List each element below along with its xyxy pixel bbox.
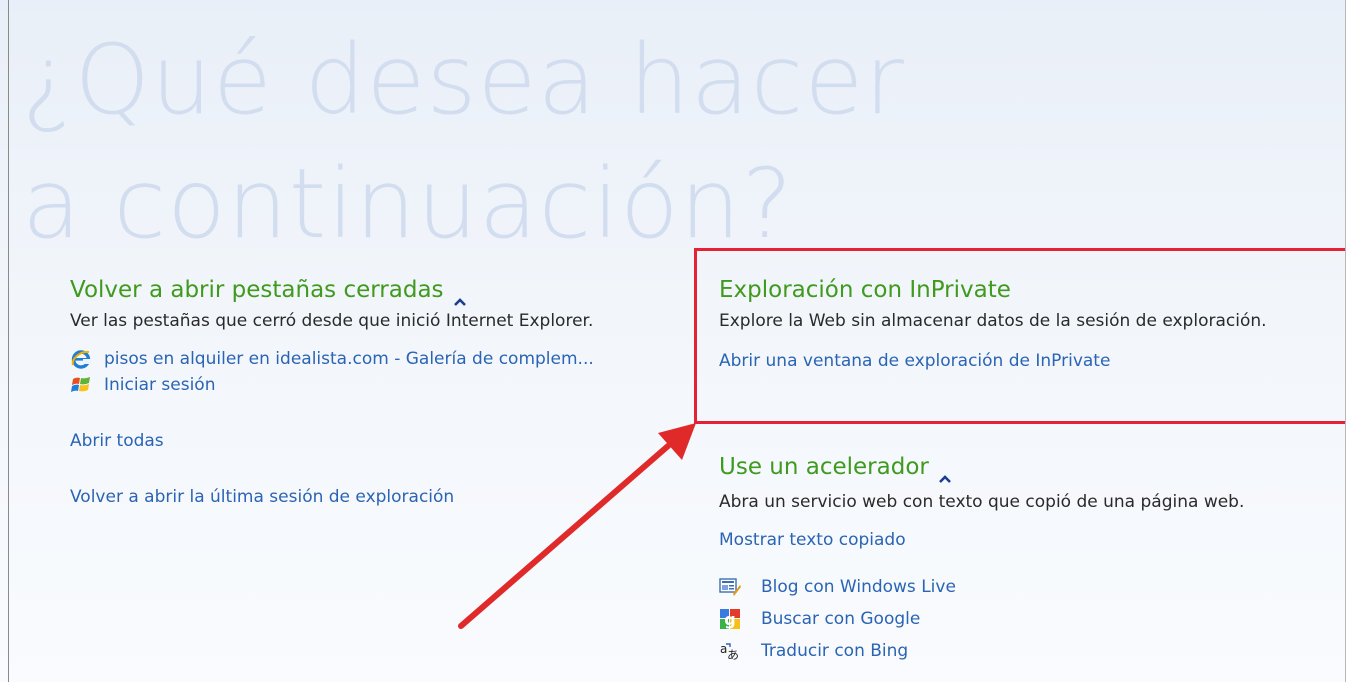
new-tab-page: ¿Qué desea hacer a continuación? Volver … [0, 0, 1345, 682]
annotation-arrow [458, 423, 696, 629]
window-right-margin [1345, 0, 1355, 682]
window-right-border [1345, 0, 1346, 682]
